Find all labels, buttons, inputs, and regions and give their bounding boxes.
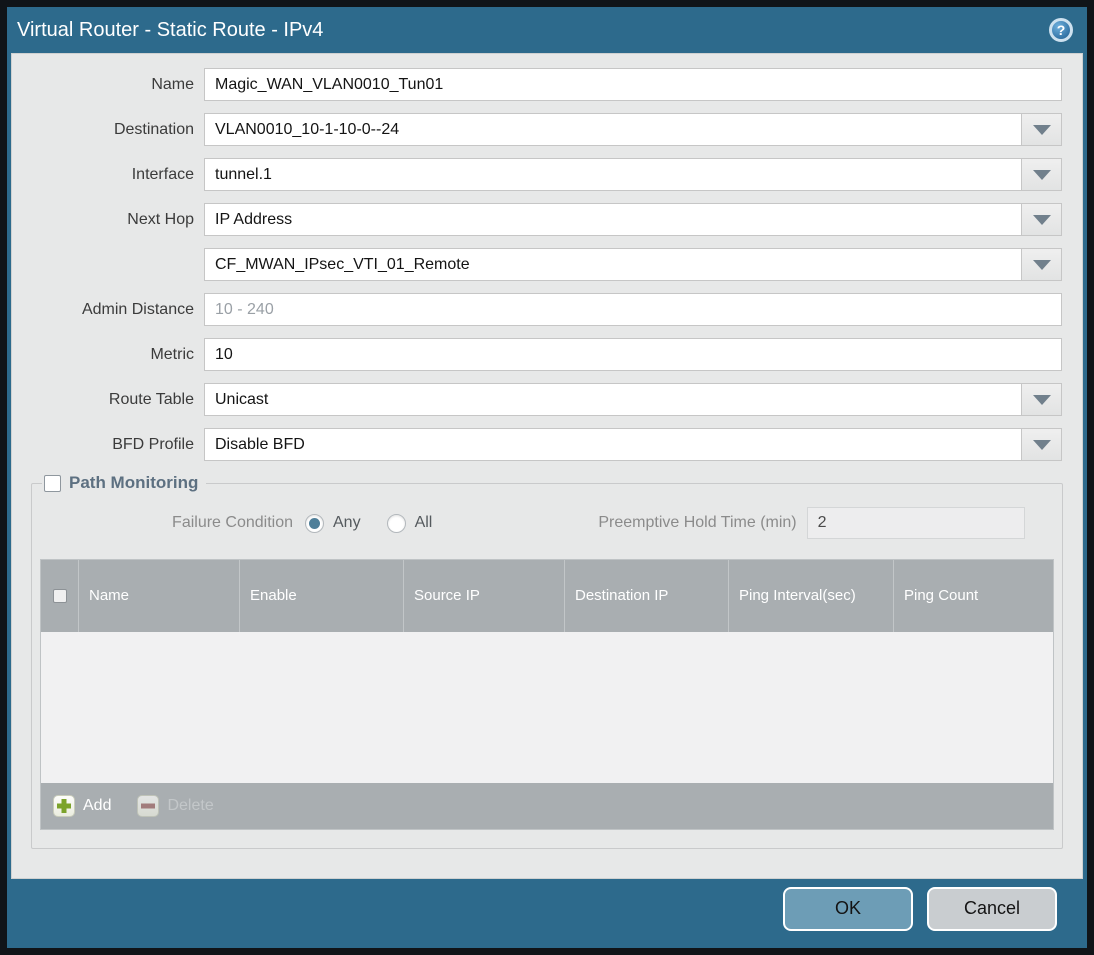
route-table-dropdown-button[interactable] [1021,384,1061,415]
chevron-down-icon [1032,439,1051,450]
name-label: Name [151,75,194,93]
column-header-name: Name [79,560,240,632]
bfd-profile-label: BFD Profile [112,435,194,453]
radio-group-all: All [386,513,433,533]
destination-field-wrap [204,113,1062,146]
next-hop-dropdown-button[interactable] [1021,204,1061,235]
metric-field-wrap [204,338,1062,371]
bfd-profile-field-wrap [204,428,1062,461]
ok-button[interactable]: OK [783,886,913,931]
bfd-profile-input[interactable] [204,428,1062,461]
failure-condition-all-radio[interactable] [386,513,406,533]
radio-group-any: Any [305,513,361,533]
admin-distance-row: Admin Distance [12,293,1082,326]
path-monitoring-title: Path Monitoring [69,473,199,492]
admin-distance-input[interactable] [204,293,1062,326]
next-hop-type-input[interactable] [204,203,1062,236]
chevron-down-icon [1032,169,1051,180]
plus-icon [53,795,75,817]
form-panel: Name Destination Interface [11,53,1083,879]
interface-input[interactable] [204,158,1062,191]
failure-condition-label: Failure Condition [172,514,293,531]
add-button-label: Add [83,797,112,814]
add-button[interactable]: Add [53,795,111,817]
preemptive-hold-time-label: Preemptive Hold Time (min) [598,514,797,531]
metric-row: Metric [12,338,1082,371]
column-header-enable: Enable [240,560,404,632]
path-monitoring-checkbox[interactable] [44,474,61,492]
metric-input[interactable] [204,338,1062,371]
minus-icon [137,795,160,817]
next-hop-address-row [12,248,1082,281]
next-hop-label: Next Hop [127,210,194,228]
next-hop-address-dropdown-button[interactable] [1021,249,1061,280]
any-radio-label: Any [333,514,361,531]
route-table-input[interactable] [204,383,1062,416]
page-title: Virtual Router - Static Route - IPv4 [17,18,324,41]
bfd-profile-dropdown-button[interactable] [1021,429,1061,460]
radio-selected-dot [309,517,320,529]
chevron-down-icon [1032,214,1051,225]
destination-input[interactable] [204,113,1062,146]
route-table-field-wrap [204,383,1062,416]
admin-distance-field-wrap [204,293,1062,326]
column-header-source-ip: Source IP [404,560,565,632]
chevron-down-icon [1032,259,1051,270]
path-monitoring-legend: Path Monitoring [42,473,206,493]
destination-dropdown-button[interactable] [1021,114,1061,145]
path-monitoring-table: Name Enable Source IP Destination IP Pin… [40,559,1054,830]
dialog-frame: Virtual Router - Static Route - IPv4 ? N… [0,0,1094,955]
table-header-row: Name Enable Source IP Destination IP Pin… [41,560,1053,632]
all-radio-label: All [414,514,433,531]
route-table-row: Route Table [12,383,1082,416]
delete-button[interactable]: Delete [137,795,214,817]
titlebar: Virtual Router - Static Route - IPv4 ? [7,7,1087,53]
path-monitoring-section: Path Monitoring Failure Condition Any Al… [31,473,1063,849]
preemptive-hold-time-input[interactable] [806,507,1025,539]
destination-label: Destination [113,120,194,138]
admin-distance-label: Admin Distance [81,300,194,318]
chevron-down-icon [1032,124,1051,135]
table-header-checkbox-cell [41,560,79,632]
name-field-wrap [204,68,1062,101]
column-header-destination-ip: Destination IP [565,560,729,632]
chevron-down-icon [1032,394,1051,405]
interface-dropdown-button[interactable] [1021,159,1061,190]
table-body-empty [41,632,1053,783]
name-row: Name [12,68,1082,101]
column-header-ping-interval: Ping Interval(sec) [729,560,894,632]
next-hop-row: Next Hop [12,203,1082,236]
help-icon[interactable]: ? [1049,18,1073,42]
destination-row: Destination [12,113,1082,146]
table-footer-toolbar: Add Delete [41,783,1053,829]
next-hop-field-wrap [204,203,1062,236]
cancel-button[interactable]: Cancel [927,886,1057,931]
interface-label: Interface [131,165,194,183]
failure-condition-row: Failure Condition Any All Preemptive Hol… [40,507,1048,539]
static-route-dialog: Virtual Router - Static Route - IPv4 ? N… [7,7,1087,948]
metric-label: Metric [150,345,194,363]
route-table-label: Route Table [108,390,194,408]
interface-field-wrap [204,158,1062,191]
interface-row: Interface [12,158,1082,191]
failure-condition-any-radio[interactable] [305,513,324,533]
next-hop-address-field-wrap [204,248,1062,281]
name-input[interactable] [204,68,1062,101]
dialog-button-bar: OK Cancel [7,879,1087,948]
delete-button-label: Delete [167,797,214,814]
column-header-ping-count: Ping Count [904,587,979,605]
next-hop-address-input[interactable] [204,248,1062,281]
bfd-profile-row: BFD Profile [12,428,1082,461]
select-all-checkbox[interactable] [52,589,67,603]
